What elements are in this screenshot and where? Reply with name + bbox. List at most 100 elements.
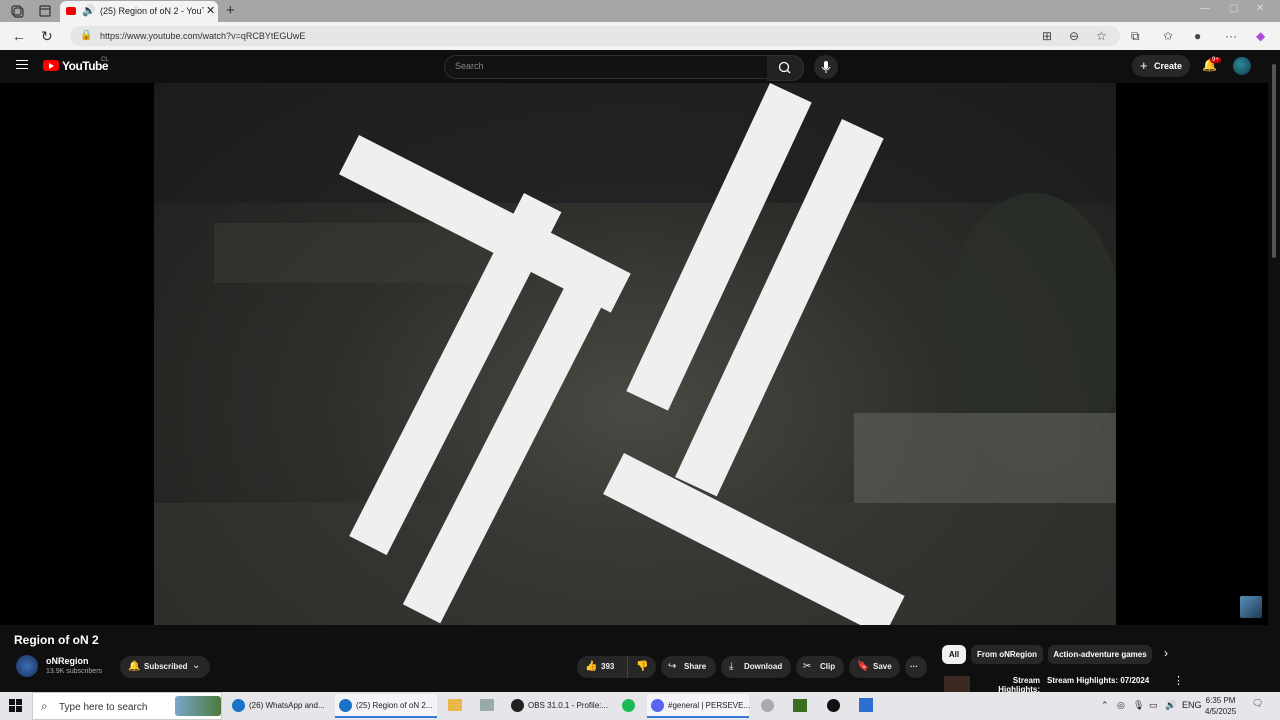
discord-icon <box>651 699 664 712</box>
youtube-favicon-icon <box>66 7 76 15</box>
tray-mic-icon[interactable]: 🎙 <box>1133 700 1144 711</box>
share-button[interactable]: ↪ Share <box>661 656 716 678</box>
chip-label: From oNRegion <box>977 650 1037 659</box>
new-tab-button[interactable]: + <box>226 2 235 19</box>
like-count: 393 <box>601 662 615 671</box>
clip-button[interactable]: ✂ Clip <box>796 656 844 678</box>
chip-all[interactable]: All <box>942 645 966 664</box>
network-icon[interactable]: ▭ <box>1149 700 1158 711</box>
taskbar-search-input[interactable]: ⌕ Type here to search <box>32 692 222 720</box>
related-video-thumbnail[interactable] <box>944 676 970 692</box>
app-icon[interactable] <box>480 699 494 711</box>
subscriber-count: 13.9K subscribers <box>46 668 103 675</box>
app-icon[interactable] <box>859 698 873 712</box>
taskbar-clock[interactable]: 6:35 PM 4/5/2025 <box>1205 695 1236 717</box>
notification-center-icon[interactable]: 🗨 <box>1252 698 1263 709</box>
channel-avatar[interactable] <box>16 655 38 677</box>
minimize-icon[interactable]: — <box>1200 3 1210 14</box>
copilot-icon[interactable]: ◆ <box>1256 29 1265 43</box>
lock-icon[interactable]: 🔒 <box>80 30 92 41</box>
menu-icon[interactable] <box>16 60 28 72</box>
chip-from-channel[interactable]: From oNRegion <box>971 645 1043 664</box>
youtube-header: YouTube CL Search + Create 🔔 9+ <box>0 50 1268 83</box>
clock-date: 4/5/2025 <box>1205 707 1237 716</box>
taskbar-app-obs[interactable]: OBS 31.0.1 - Profile:... <box>507 694 615 718</box>
file-explorer-icon[interactable] <box>448 699 462 711</box>
taskbar-app-label: OBS 31.0.1 - Profile:... <box>528 701 609 710</box>
channel-watermark[interactable] <box>1240 596 1262 618</box>
notification-badge: 9+ <box>1210 57 1221 63</box>
address-toolbar: ← ↻ 🔒 https://www.youtube.com/watch?v=qR… <box>0 22 1280 50</box>
chips-next-icon[interactable]: › <box>1164 646 1168 660</box>
youtube-logo-icon[interactable] <box>43 60 59 71</box>
edge-icon <box>232 699 245 712</box>
url-field[interactable]: 🔒 https://www.youtube.com/watch?v=qRCBYt… <box>70 26 1120 46</box>
tab-youtube[interactable]: 🔊 (25) Region of oN 2 - YouTube ✕ <box>60 1 218 22</box>
save-label: Save <box>873 662 892 671</box>
favorites-icon[interactable]: ✩ <box>1163 29 1173 43</box>
taskbar-app-discord[interactable]: #general | PERSEVE... <box>647 694 750 718</box>
zoom-icon[interactable]: ⊖ <box>1069 29 1079 43</box>
dislike-button[interactable]: 👎 <box>627 656 657 678</box>
refresh-icon[interactable]: ↻ <box>41 28 53 45</box>
url-text: https://www.youtube.com/watch?v=qRCBYtEG… <box>100 31 306 41</box>
video-player[interactable] <box>0 83 1268 625</box>
media-player-icon[interactable] <box>827 699 840 712</box>
language-indicator[interactable]: ENG <box>1182 700 1202 710</box>
share-label: Share <box>684 662 707 671</box>
thumbs-down-icon: 👎 <box>636 661 649 672</box>
like-button[interactable]: 👍 393 <box>577 656 627 678</box>
related-more-icon[interactable]: ⋮ <box>1173 674 1184 687</box>
download-icon: ⤓ <box>729 661 734 672</box>
bell-icon: 🔔 <box>128 661 141 672</box>
window-close-icon[interactable]: ✕ <box>1256 3 1264 14</box>
create-label: Create <box>1154 61 1183 71</box>
volume-icon[interactable]: 🔊 <box>1165 700 1176 711</box>
subscribed-button[interactable]: 🔔 Subscribed ⌄ <box>120 656 210 678</box>
tab-actions-icon[interactable] <box>38 4 52 18</box>
taskbar-search-placeholder: Type here to search <box>59 702 148 713</box>
app-available-icon[interactable]: ⊞ <box>1042 29 1052 43</box>
taskbar-app-youtube[interactable]: (25) Region of oN 2... <box>335 694 437 718</box>
country-code: CL <box>101 57 109 63</box>
taskbar-app-label: (26) WhatsApp and... <box>249 701 325 710</box>
create-button[interactable]: + Create <box>1132 55 1190 77</box>
windows-start-icon[interactable] <box>9 699 23 718</box>
workspaces-icon[interactable] <box>10 4 24 18</box>
search-button[interactable] <box>767 55 804 81</box>
search-placeholder: Search <box>455 61 484 71</box>
video-frame[interactable] <box>154 83 1116 625</box>
video-frame-image <box>154 83 1116 625</box>
more-actions-button[interactable]: ··· <box>905 656 927 678</box>
app-icon[interactable] <box>761 699 774 712</box>
back-arrow-icon[interactable]: ← <box>12 28 26 44</box>
edge-icon <box>339 699 352 712</box>
spotify-icon[interactable] <box>622 699 635 712</box>
channel-name[interactable]: oNRegion <box>46 656 89 666</box>
page-scrollbar[interactable] <box>1268 50 1280 692</box>
subscribed-label: Subscribed <box>144 662 188 671</box>
tray-chevron-up-icon[interactable]: ⌃ <box>1101 700 1109 711</box>
account-avatar[interactable] <box>1233 57 1251 75</box>
maximize-icon[interactable]: ▢ <box>1229 3 1238 14</box>
scissors-icon: ✂ <box>803 661 812 672</box>
tray-app-icon[interactable]: ◎ <box>1117 700 1125 711</box>
nvidia-icon[interactable] <box>793 699 807 712</box>
chip-action-adventure[interactable]: Action-adventure games <box>1048 645 1152 664</box>
search-input[interactable]: Search <box>444 55 768 79</box>
profile-icon[interactable]: ● <box>1194 29 1201 43</box>
video-title: Region of oN 2 <box>14 633 99 647</box>
related-video-title[interactable]: Stream Highlights: 07/2024 <box>1047 676 1149 685</box>
download-button[interactable]: ⤓ Download <box>721 656 791 678</box>
scrollbar-thumb[interactable] <box>1272 64 1276 258</box>
favorite-star-icon[interactable]: ☆ <box>1096 29 1107 43</box>
taskbar-app-label: (25) Region of oN 2... <box>356 701 433 710</box>
taskbar-app-whatsapp[interactable]: (26) WhatsApp and... <box>228 694 330 718</box>
save-button[interactable]: 🔖 Save <box>849 656 900 678</box>
voice-search-button[interactable] <box>814 55 838 79</box>
audio-playing-icon[interactable]: 🔊 <box>82 4 96 18</box>
settings-more-icon[interactable]: ··· <box>1225 29 1237 43</box>
search-icon <box>778 61 791 74</box>
tab-close-icon[interactable]: ✕ <box>206 4 215 17</box>
extensions-icon[interactable]: ⧉ <box>1131 29 1140 44</box>
